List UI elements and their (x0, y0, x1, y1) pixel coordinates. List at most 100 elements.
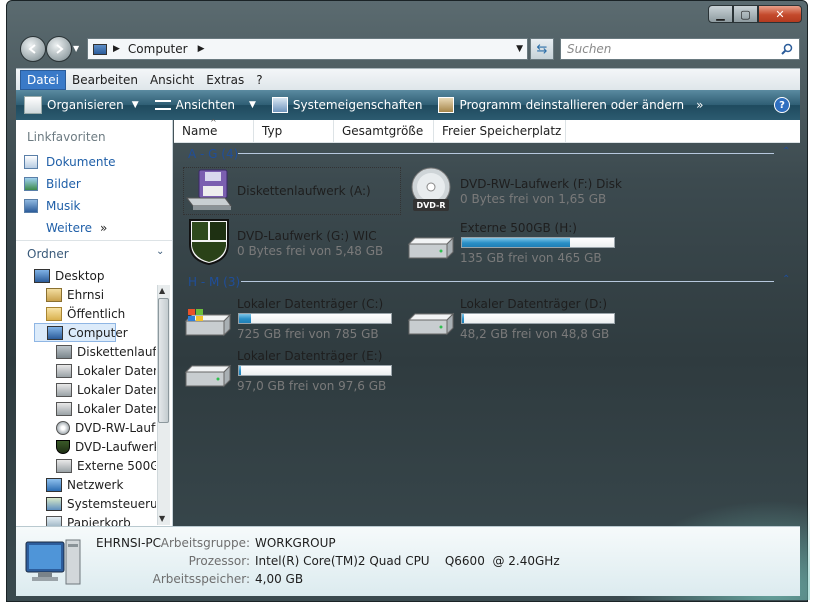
uninstall-icon (438, 97, 455, 113)
column-total-size[interactable]: Gesamtgröße (334, 120, 434, 142)
tree-item-desktop[interactable]: Desktop (34, 266, 156, 285)
chevron-down-icon[interactable]: ⌄ (156, 246, 164, 257)
search-input[interactable]: Suchen (560, 38, 800, 60)
hard-drive-icon (56, 458, 72, 473)
collapse-chevron-icon[interactable]: ⌃ (782, 274, 790, 285)
tree-label: Diskettenlaufw (77, 344, 156, 359)
tree-item-drive-e[interactable]: Lokaler Datent (34, 399, 156, 418)
tree-item-floppy[interactable]: Diskettenlaufw (34, 342, 156, 361)
dvd-rw-icon (56, 420, 70, 435)
tree-item-network[interactable]: Netzwerk (34, 475, 156, 494)
drive-c[interactable] (183, 292, 399, 342)
favorite-music[interactable]: Musik (24, 199, 81, 213)
drive-e[interactable] (183, 344, 399, 394)
pictures-icon (24, 177, 38, 191)
history-dropdown-icon[interactable]: ▼ (73, 44, 79, 53)
forward-button[interactable] (46, 36, 72, 62)
scroll-down-icon[interactable]: ▼ (159, 514, 165, 523)
tree-item-drive-c[interactable]: Lokaler Datent (34, 361, 156, 380)
folders-header[interactable]: Ordner (27, 247, 69, 261)
address-bar[interactable]: ▶ Computer ▶ ▼ (87, 38, 528, 60)
favorite-label: Musik (46, 199, 81, 213)
favorite-documents[interactable]: Dokumente (24, 155, 116, 169)
tree-item-dvdrw[interactable]: DVD-RW-Laufv (34, 418, 156, 437)
hard-drive-icon (56, 401, 72, 416)
menu-edit[interactable]: Bearbeiten (66, 70, 144, 90)
menu-help[interactable]: ? (250, 70, 268, 90)
hard-drive-icon (56, 382, 72, 397)
favorite-label: Dokumente (46, 155, 116, 169)
system-drive-icon (56, 363, 72, 378)
desktop-icon (34, 268, 50, 283)
breadcrumb-chevron-icon[interactable]: ▶ (113, 44, 120, 54)
maximize-button[interactable]: ▢ (733, 5, 758, 23)
drive-external[interactable] (404, 216, 624, 264)
floppy-drive-icon (56, 344, 72, 359)
tree-item-dvd[interactable]: DVD-Laufwerk (34, 437, 156, 456)
more-commands-button[interactable]: » (692, 90, 711, 120)
drive-name: Diskettenlaufwerk (A:) (237, 184, 371, 198)
computer-icon (25, 539, 81, 585)
refresh-icon: ⇆ (536, 41, 548, 57)
group-header-a-g[interactable]: A - G (4) (188, 147, 238, 161)
ram-label: Arbeitsspeicher: (152, 572, 250, 586)
close-button[interactable]: ✕ (758, 5, 802, 23)
tree-label: Lokaler Datent (77, 382, 156, 397)
breadcrumb-chevron-icon[interactable]: ▶ (198, 44, 205, 54)
menu-file[interactable]: Datei (20, 69, 67, 90)
double-chevron-right-icon: » (100, 221, 108, 235)
uninstall-label: Programm deinstallieren oder ändern (459, 98, 685, 112)
music-icon (24, 199, 38, 213)
drive-dvd[interactable] (183, 216, 399, 264)
organize-button[interactable]: Organisieren ▼ (16, 90, 147, 120)
drive-d[interactable] (404, 292, 624, 342)
documents-icon (24, 155, 38, 169)
back-arrow-icon (28, 44, 36, 54)
tree-item-drive-d[interactable]: Lokaler Datent (34, 380, 156, 399)
refresh-button[interactable]: ⇆ (530, 38, 554, 60)
minimize-button[interactable]: ▁ (708, 5, 733, 23)
workgroup-value: WORKGROUP (255, 536, 336, 550)
tree-item-user[interactable]: Ehrnsi (34, 285, 156, 304)
scroll-up-icon[interactable]: ▲ (159, 286, 165, 295)
group-header-h-m[interactable]: H - M (3) (188, 275, 240, 289)
address-dropdown-icon[interactable]: ▼ (516, 44, 523, 54)
chevron-down-icon: ▼ (248, 100, 256, 110)
menu-view[interactable]: Ansicht (144, 70, 200, 90)
favorites-more-link[interactable]: Weitere » (46, 221, 107, 235)
breadcrumb-computer[interactable]: Computer (128, 42, 188, 56)
tree-label: DVD-Laufwerk (75, 439, 156, 454)
tree-item-external[interactable]: Externe 500GB (34, 456, 156, 475)
cpu-label: Prozessor: (188, 554, 250, 568)
tree-label: Externe 500GB (77, 458, 156, 473)
tree-label: Ehrnsi (67, 287, 105, 302)
collapse-chevron-icon[interactable]: ⌃ (782, 146, 790, 157)
nav-scroll-thumb[interactable] (158, 298, 169, 423)
group-divider (241, 281, 774, 282)
workgroup-label: Arbeitsgruppe: (160, 536, 250, 550)
cpu-value: Intel(R) Core(TM)2 Quad CPU Q6600 @ 2.40… (255, 554, 560, 568)
drive-dvd-rw[interactable] (404, 167, 624, 213)
column-name[interactable]: Name ^ (174, 118, 254, 142)
tree-label: DVD-RW-Laufv (75, 420, 156, 435)
help-icon[interactable]: ? (774, 97, 790, 113)
uninstall-button[interactable]: Programm deinstallieren oder ändern (430, 90, 692, 120)
views-button[interactable]: Ansichten ▼ (147, 90, 264, 120)
ram-value: 4,00 GB (255, 572, 304, 586)
tree-item-public[interactable]: Öffentlich (34, 304, 156, 323)
system-properties-button[interactable]: Systemeigenschaften (264, 90, 431, 120)
tree-item-control-panel[interactable]: Systemsteuerung (34, 494, 156, 513)
folder-icon (46, 306, 62, 321)
tree-item-computer[interactable]: Computer (34, 323, 128, 342)
tree-label: Desktop (55, 268, 105, 283)
favorites-header: Linkfavoriten (27, 130, 106, 144)
menu-tools[interactable]: Extras (200, 70, 250, 90)
favorite-pictures[interactable]: Bilder (24, 177, 81, 191)
back-button[interactable] (20, 36, 46, 62)
column-free-space[interactable]: Freier Speicherplatz (434, 120, 566, 142)
search-icon[interactable] (781, 43, 793, 55)
column-headers: Name ^ Typ Gesamtgröße Freier Speicherpla… (174, 118, 800, 143)
network-icon (46, 477, 62, 492)
column-type[interactable]: Typ (254, 120, 334, 142)
system-properties-label: Systemeigenschaften (292, 98, 423, 112)
